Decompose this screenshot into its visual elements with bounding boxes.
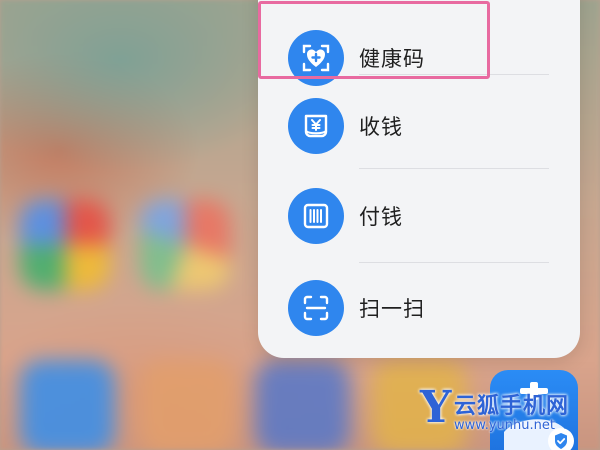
menu-item-label: 收钱 (359, 115, 403, 139)
menu-item-scan[interactable]: 扫一扫 (258, 262, 580, 354)
menu-item-receive-money[interactable]: 收钱 (258, 80, 580, 172)
blurred-dock-icon (20, 360, 115, 450)
receive-money-icon (288, 98, 344, 154)
menu-item-label: 扫一扫 (359, 297, 425, 321)
health-code-icon (288, 30, 344, 86)
scan-icon (288, 280, 344, 336)
menu-item-label: 付钱 (359, 205, 403, 229)
blurred-dock-icon (255, 360, 350, 450)
blurred-dock-icon (140, 360, 235, 450)
menu-item-pay-money[interactable]: 付钱 (258, 170, 580, 262)
menu-divider (359, 74, 549, 75)
blurred-app-icon (140, 200, 230, 290)
quick-action-menu: 健康码 收钱 付钱 扫一扫 (258, 0, 580, 358)
watermark: Y 云狐手机网 www.yunhu.net (420, 382, 590, 438)
watermark-title: 云狐手机网 (454, 394, 570, 419)
watermark-logo-letter: Y (420, 382, 452, 433)
blurred-app-icon (20, 200, 110, 290)
menu-item-label: 健康码 (359, 47, 425, 71)
menu-divider (359, 168, 549, 169)
pay-barcode-icon (288, 188, 344, 244)
watermark-url: www.yunhu.net (454, 418, 555, 433)
